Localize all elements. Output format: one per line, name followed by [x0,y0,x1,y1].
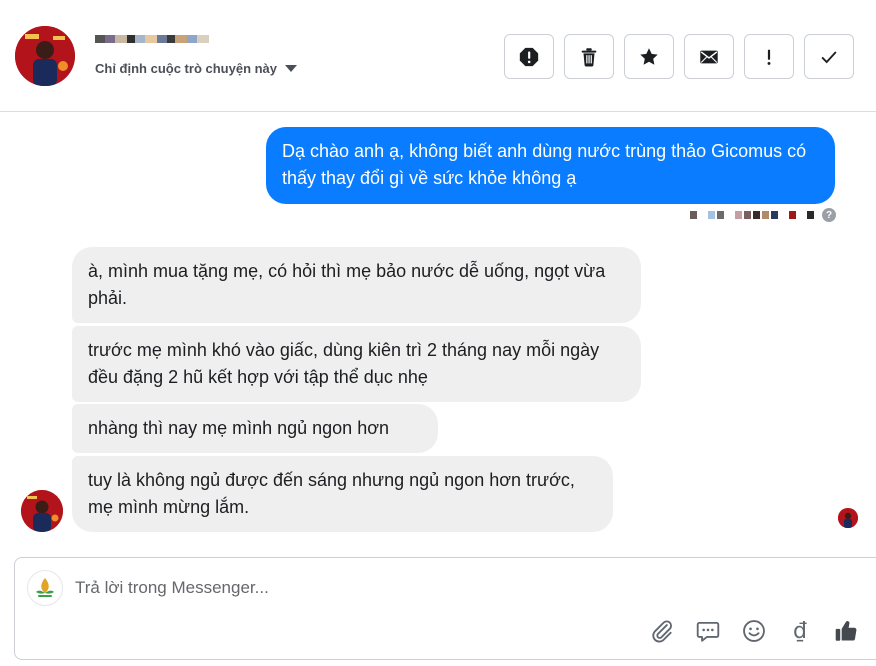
page-logo-icon [36,578,54,597]
seen-avatar [838,508,858,528]
page-avatar [27,570,63,606]
payment-request-button[interactable]: ₫ [785,616,815,646]
dong-currency-icon: ₫ [793,618,807,644]
contact-avatar-small[interactable] [21,490,63,532]
emoji-button[interactable] [739,616,769,646]
incoming-message: trước mẹ mình khó vào giấc, dùng kiên tr… [72,326,641,402]
assign-conversation-label: Chỉ định cuộc trò chuyện này [95,61,278,76]
thumbs-up-icon [835,621,857,641]
paperclip-icon [652,620,672,643]
trash-icon [581,47,597,66]
incoming-message: nhàng thì nay mẹ mình ngủ ngon hơn [72,404,438,453]
mark-important-button[interactable] [744,34,794,79]
report-spam-button[interactable] [504,34,554,79]
reply-composer: ₫ [14,557,876,660]
incoming-message: tuy là không ngủ được đến sáng nhưng ngủ… [72,456,613,532]
assign-conversation-dropdown[interactable]: Chỉ định cuộc trò chuyện này [95,61,298,76]
like-button[interactable] [831,616,861,646]
contact-name-redacted [95,35,270,52]
mark-done-button[interactable] [804,34,854,79]
attach-button[interactable] [647,616,677,646]
contact-avatar-image [15,26,75,86]
conversation-header: Chỉ định cuộc trò chuyện này [0,0,876,112]
envelope-icon [700,50,718,63]
star-icon [640,47,658,65]
message-thread[interactable]: Dạ chào anh ạ, không biết anh dùng nước … [0,112,876,552]
alert-octagon-icon [519,47,539,66]
smiley-icon [743,620,765,642]
contact-avatar[interactable] [15,26,75,86]
help-icon[interactable]: ? [822,208,836,222]
reply-input[interactable] [75,574,635,602]
star-button[interactable] [624,34,674,79]
contact-avatar-image [21,490,63,532]
checkmark-icon [821,50,837,63]
exclamation-icon [767,49,771,65]
header-actions [504,34,854,79]
caret-down-icon [285,65,298,72]
mark-unread-button[interactable] [684,34,734,79]
chat-bubble-icon [696,621,720,642]
incoming-message: à, mình mua tặng mẹ, có hỏi thì mẹ bảo n… [72,247,641,323]
contact-avatar-image [838,508,858,528]
outgoing-message: Dạ chào anh ạ, không biết anh dùng nước … [266,127,835,204]
sender-redacted-info: ? [690,208,836,222]
composer-tools: ₫ [647,616,861,646]
delete-button[interactable] [564,34,614,79]
saved-replies-button[interactable] [693,616,723,646]
